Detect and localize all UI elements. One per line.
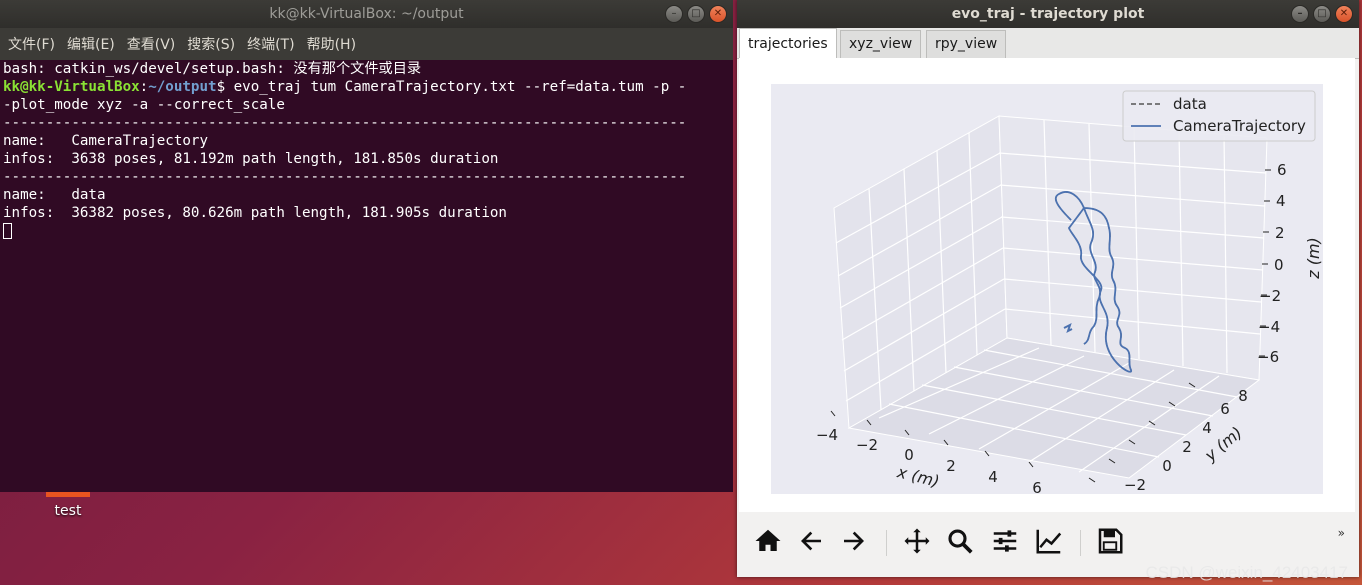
menu-view[interactable]: 查看(V) (127, 34, 176, 54)
z-axis-label: z (m) (1304, 237, 1323, 280)
z-tick-label: −4 (1258, 318, 1280, 336)
tab-rpy-view[interactable]: rpy_view (926, 30, 1007, 58)
separator-line: ----------------------------------------… (3, 169, 687, 185)
y-tick-label: 6 (1220, 400, 1230, 418)
close-button[interactable]: ✕ (709, 5, 727, 23)
menu-help[interactable]: 帮助(H) (307, 34, 356, 54)
z-tick-label: −2 (1259, 287, 1281, 305)
desktop-icon-label: test (54, 503, 82, 519)
x-tick-label: 4 (988, 468, 998, 486)
terminal-title: kk@kk-VirtualBox: ~/output (269, 6, 464, 22)
desktop-folder-test[interactable]: test (40, 492, 96, 519)
terminal-output[interactable]: bash: catkin_ws/devel/setup.bash: 没有那个文件… (0, 60, 726, 492)
folder-icon (46, 492, 90, 497)
terminal-line: infos: 3638 poses, 81.192m path length, … (3, 151, 499, 167)
maximize-button[interactable]: □ (687, 5, 705, 23)
terminal-window[interactable]: kk@kk-VirtualBox: ~/output – □ ✕ 文件(F) 编… (0, 0, 733, 492)
back-arrow-icon[interactable] (796, 526, 826, 556)
menu-terminal[interactable]: 终端(T) (247, 34, 294, 54)
legend-label-data: data (1173, 95, 1207, 113)
z-tick-label: 2 (1275, 224, 1285, 242)
text-cursor (3, 223, 12, 239)
x-tick-label: 6 (1032, 479, 1042, 497)
y-tick-label: 8 (1238, 387, 1248, 405)
minimize-button[interactable]: – (665, 5, 683, 23)
maximize-button[interactable]: □ (1313, 5, 1331, 23)
menu-search[interactable]: 搜索(S) (187, 34, 235, 54)
plot-titlebar[interactable]: evo_traj - trajectory plot – □ ✕ (737, 0, 1359, 28)
x-tick-label: 2 (946, 457, 956, 475)
terminal-line: name: CameraTrajectory (3, 133, 208, 149)
minimize-button[interactable]: – (1291, 5, 1309, 23)
home-icon[interactable] (753, 526, 783, 556)
terminal-cursor-line (3, 222, 723, 240)
x-tick-label: −2 (856, 436, 878, 454)
tab-bar: trajectories xyz_view rpy_view (737, 28, 1359, 59)
terminal-line: bash: catkin_ws/devel/setup.bash: 没有那个文件… (3, 61, 422, 77)
x-tick-label: 0 (904, 446, 914, 464)
terminal-prompt-line: kk@kk-VirtualBox:~/output$ evo_traj tum … (3, 78, 723, 96)
plot-title: evo_traj - trajectory plot (951, 6, 1145, 22)
tab-trajectories[interactable]: trajectories (739, 28, 837, 59)
terminal-line: infos: 36382 poses, 80.626m path length,… (3, 205, 507, 221)
legend: data CameraTrajectory (1122, 90, 1316, 142)
menu-file[interactable]: 文件(F) (8, 34, 55, 54)
terminal-line: name: data (3, 187, 106, 203)
close-button[interactable]: ✕ (1335, 5, 1353, 23)
legend-label-camera-trajectory: CameraTrajectory (1173, 117, 1306, 135)
watermark: CSDN @weixin_42403417 (1145, 563, 1348, 582)
forward-arrow-icon[interactable] (839, 526, 869, 556)
trajectory-3d-chart[interactable]: 6 4 2 0 −2 −4 −6 z (m) −4 −2 0 2 4 6 x (… (739, 58, 1355, 512)
y-tick-label: 4 (1202, 419, 1212, 437)
y-tick-label: 2 (1182, 438, 1192, 456)
menu-edit[interactable]: 编辑(E) (67, 34, 115, 54)
zoom-magnifier-icon[interactable] (945, 526, 975, 556)
terminal-scrollbar[interactable] (720, 60, 733, 492)
tab-xyz-view[interactable]: xyz_view (840, 30, 922, 58)
z-tick-label: 0 (1274, 256, 1284, 274)
plot-canvas[interactable]: 6 4 2 0 −2 −4 −6 z (m) −4 −2 0 2 4 6 x (… (739, 58, 1355, 512)
prompt-command: $ evo_traj tum CameraTrajectory.txt --re… (216, 79, 687, 95)
toolbar-overflow-chevron-icon[interactable]: » (1338, 526, 1345, 540)
z-tick-label: −6 (1257, 348, 1279, 366)
separator-line: ----------------------------------------… (3, 115, 687, 131)
prompt-path: ~/output (148, 79, 217, 95)
terminal-menubar: 文件(F) 编辑(E) 查看(V) 搜索(S) 终端(T) 帮助(H) (0, 28, 733, 60)
configure-subplots-icon[interactable] (990, 526, 1020, 556)
plot-window[interactable]: evo_traj - trajectory plot – □ ✕ traject… (737, 0, 1359, 577)
pan-move-icon[interactable] (902, 526, 932, 556)
prompt-user: kk@kk-VirtualBox (3, 79, 140, 95)
x-tick-label: −4 (816, 426, 838, 444)
z-tick-label: 6 (1277, 161, 1287, 179)
save-floppy-icon[interactable] (1095, 526, 1125, 556)
y-tick-label: −2 (1124, 476, 1146, 494)
prompt-colon: : (139, 79, 149, 95)
z-tick-label: 4 (1276, 192, 1286, 210)
terminal-titlebar[interactable]: kk@kk-VirtualBox: ~/output – □ ✕ (0, 0, 733, 28)
y-tick-label: 0 (1162, 457, 1172, 475)
terminal-line: -plot_mode xyz -a --correct_scale (3, 97, 285, 113)
edit-axes-icon[interactable] (1034, 526, 1064, 556)
